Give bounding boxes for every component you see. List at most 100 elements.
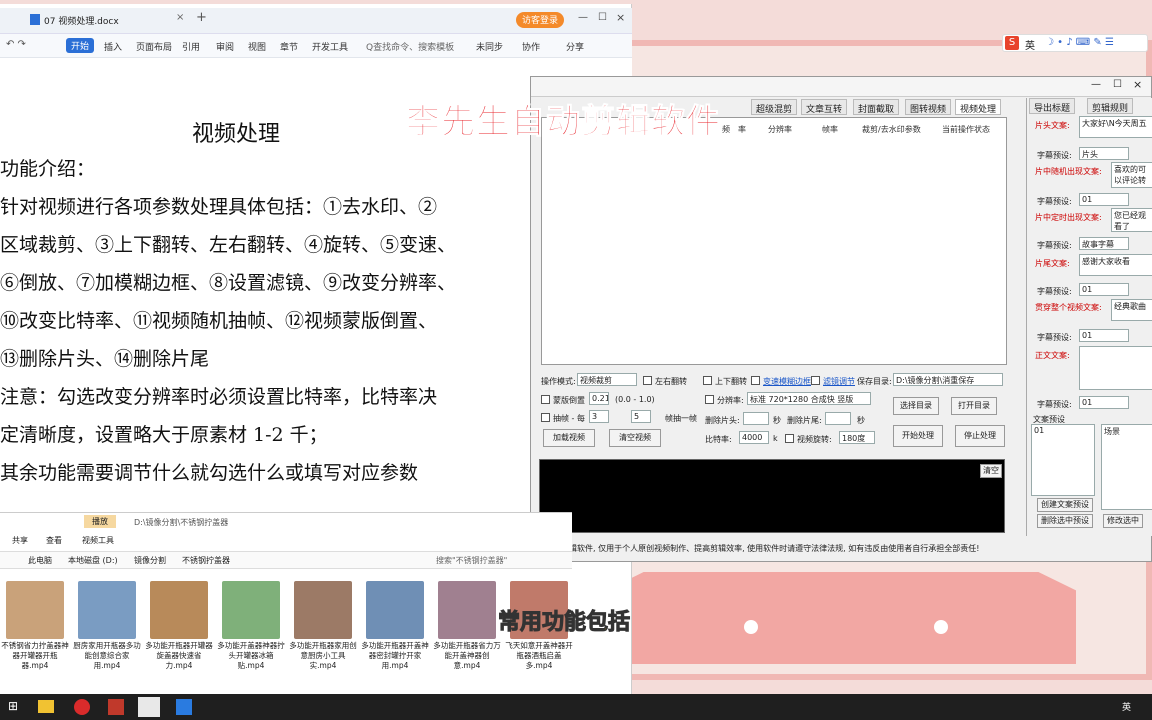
load-video-button[interactable]: 加载视频 — [543, 429, 595, 447]
tab-cover[interactable]: 封面截取 — [853, 99, 900, 115]
menu-start[interactable]: 开始 — [66, 38, 95, 53]
menu-layout[interactable]: 页面布局 — [136, 40, 172, 53]
crumb[interactable]: 不锈钢拧盖器 — [182, 555, 230, 566]
save-dir-input[interactable]: D:\镜像分割\消重保存 — [893, 373, 1003, 386]
modify-button[interactable]: 修改选中 — [1103, 514, 1143, 528]
sub-preset-select[interactable]: 01 — [1079, 193, 1129, 206]
file-name[interactable]: 多功能开盖器神器拧头开罐器冰箱贴.mp4 — [216, 641, 286, 671]
create-preset-button[interactable]: 创建文案预设 — [1037, 498, 1093, 512]
menu-view[interactable]: 视图 — [248, 40, 266, 53]
rotate-select[interactable]: 180度 — [839, 431, 875, 444]
new-tab-icon[interactable]: + — [196, 10, 207, 25]
app-icon[interactable] — [138, 697, 160, 717]
frame-checkbox[interactable] — [541, 413, 550, 422]
mask-checkbox[interactable] — [541, 395, 550, 404]
video-thumbnail[interactable] — [6, 581, 64, 639]
tab-edit-rules[interactable]: 剪辑规则 — [1087, 98, 1134, 114]
sub-preset-select[interactable]: 01 — [1079, 329, 1129, 342]
log-console[interactable]: 清空 — [539, 459, 1005, 533]
preset-list[interactable]: 01 — [1031, 424, 1095, 496]
scene-list[interactable]: 场景 — [1101, 424, 1152, 510]
tab-video-process[interactable]: 视频处理 — [955, 99, 1002, 115]
close-icon[interactable]: × — [616, 11, 625, 24]
minimize-icon[interactable]: — — [578, 12, 588, 23]
stop-button[interactable]: 停止处理 — [955, 425, 1005, 447]
moon-icon[interactable]: ☽ • ♪ ⌨ ✎ ☰ — [1045, 37, 1114, 48]
file-name[interactable]: 厨房家用开瓶器多功能创意综合家用.mp4 — [72, 641, 142, 671]
file-name[interactable]: 多功能开瓶器省力万能开盖神器创意.mp4 — [432, 641, 502, 671]
console-clear-button[interactable]: 清空 — [980, 464, 1002, 478]
tab-img2video[interactable]: 图转视频 — [905, 99, 952, 115]
menu-devtools[interactable]: 开发工具 — [312, 40, 348, 53]
menu-insert[interactable]: 插入 — [104, 40, 122, 53]
command-search[interactable]: Q查找命令、搜索模板 — [366, 40, 454, 53]
random-text-input[interactable]: 喜欢的可以评论转发, — [1111, 162, 1152, 188]
crumb[interactable]: 此电脑 — [28, 555, 52, 566]
through-text-input[interactable]: 经典歌曲 — [1111, 299, 1152, 321]
doc-tab-title[interactable]: 07 视频处理.docx — [44, 14, 119, 27]
video-thumbnail[interactable] — [150, 581, 208, 639]
video-thumbnail[interactable] — [222, 581, 280, 639]
sub-preset-select[interactable]: 故事字幕 — [1079, 237, 1129, 250]
close-tab-icon[interactable]: × — [176, 12, 184, 23]
ime-tray[interactable]: 英 — [1122, 700, 1131, 713]
sub-preset-select[interactable]: 01 — [1079, 283, 1129, 296]
filter-checkbox[interactable] — [811, 376, 820, 385]
resolution-checkbox[interactable] — [705, 395, 714, 404]
cut-tail-input[interactable] — [825, 412, 851, 425]
sync-status[interactable]: 未同步 — [476, 40, 503, 53]
cut-head-input[interactable] — [743, 412, 769, 425]
crumb[interactable]: 镜像分割 — [134, 555, 166, 566]
filter-link[interactable]: 滤镜调节 — [823, 376, 855, 387]
tail-text-input[interactable]: 感谢大家收看 — [1079, 254, 1152, 276]
video-thumbnail[interactable] — [438, 581, 496, 639]
maximize-icon[interactable]: ☐ — [598, 12, 607, 23]
minimize-icon[interactable]: — — [1091, 79, 1101, 90]
resolution-select[interactable]: 标准 720*1280 合成快 竖版 — [747, 392, 871, 405]
sub-preset-select[interactable]: 片头 — [1079, 147, 1129, 160]
lr-flip-checkbox[interactable] — [643, 376, 652, 385]
video-thumbnail[interactable] — [294, 581, 352, 639]
blur-link[interactable]: 变速模糊边框 — [763, 376, 811, 387]
delete-preset-button[interactable]: 删除选中预设 — [1037, 514, 1093, 528]
maximize-icon[interactable]: ☐ — [1113, 79, 1122, 90]
blur-checkbox[interactable] — [751, 376, 760, 385]
video-thumbnail[interactable] — [366, 581, 424, 639]
address-bar[interactable]: 此电脑 本地磁盘 (D:) 镜像分割 不锈钢拧盖器 搜索"不锈钢拧盖器" — [0, 551, 572, 569]
app-icon[interactable] — [176, 699, 192, 715]
fixed-text-input[interactable]: 您已经观看了 — [1111, 208, 1152, 232]
preset-item[interactable]: 01 — [1034, 426, 1044, 435]
frame-input-b[interactable]: 5 — [631, 410, 651, 423]
op-mode-select[interactable]: 视频裁剪 — [577, 373, 637, 386]
file-name[interactable]: 多功能开瓶器开罐器旋盖器快速省力.mp4 — [144, 641, 214, 671]
tab-article[interactable]: 文章互转 — [801, 99, 848, 115]
tab-export-title[interactable]: 导出标题 — [1029, 98, 1076, 114]
menu-reference[interactable]: 引用 — [182, 40, 200, 53]
ime-lang[interactable]: 英 — [1025, 37, 1035, 52]
wps-icon[interactable] — [108, 699, 124, 715]
rotate-checkbox[interactable] — [785, 434, 794, 443]
explorer-menu-videotools[interactable]: 视频工具 — [82, 535, 114, 546]
menu-chapter[interactable]: 章节 — [280, 40, 298, 53]
file-name[interactable]: 飞天如意开盖神器开瓶器酒瓶启盖多.mp4 — [504, 641, 574, 671]
open-dir-button[interactable]: 打开目录 — [951, 397, 997, 415]
frame-input-a[interactable]: 3 — [589, 410, 609, 423]
select-dir-button[interactable]: 选择目录 — [893, 397, 939, 415]
file-name[interactable]: 不锈钢省力拧盖器神器开罐器开瓶器.mp4 — [0, 641, 70, 671]
task-view-icon[interactable]: ⊞ — [8, 699, 18, 713]
record-icon[interactable] — [74, 699, 90, 715]
start-button[interactable]: 开始处理 — [893, 425, 943, 447]
login-button[interactable]: 访客登录 — [516, 12, 565, 28]
video-thumbnail[interactable] — [78, 581, 136, 639]
body-text-input[interactable] — [1079, 346, 1152, 390]
close-icon[interactable]: × — [1133, 78, 1142, 91]
tab-super-mix[interactable]: 超级混剪 — [751, 99, 798, 115]
clear-video-button[interactable]: 清空视频 — [609, 429, 661, 447]
explorer-ribbon-tab[interactable]: 播放 — [84, 515, 116, 528]
video-list-grid[interactable]: 频 率 分辨率 帧率 裁剪/去水印参数 当前操作状态 — [541, 117, 1007, 365]
explorer-menu-view[interactable]: 查看 — [46, 535, 62, 546]
share-button[interactable]: 分享 — [566, 40, 584, 53]
ime-toolbar[interactable]: S 英 ☽ • ♪ ⌨ ✎ ☰ — [1002, 34, 1148, 52]
undo-icon[interactable]: ↶ ↷ — [6, 39, 26, 50]
crumb[interactable]: 本地磁盘 (D:) — [68, 555, 118, 566]
